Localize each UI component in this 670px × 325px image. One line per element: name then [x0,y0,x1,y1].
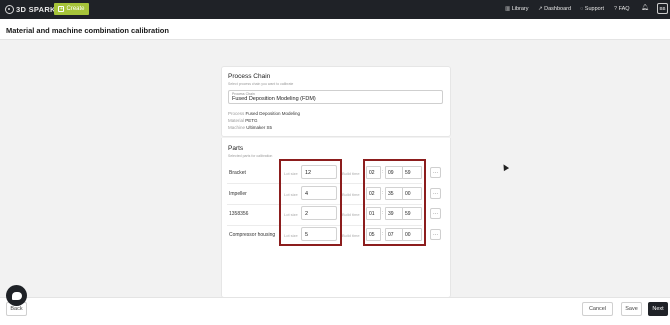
more-options-button[interactable]: ··· [430,229,441,240]
library-icon: ▥ [505,6,511,12]
question-icon: ? [614,6,618,12]
cancel-button[interactable]: Cancel [582,302,613,316]
bell-icon[interactable]: 🔔︎ [641,4,649,11]
more-options-button[interactable]: ··· [430,188,441,199]
ellipsis-icon: ··· [433,169,438,176]
parts-title: Parts [228,145,244,152]
detail-material-label: Material [228,118,245,123]
mouse-cursor-icon [500,162,510,172]
logo-text: 3D SPARK [16,5,56,14]
more-options-button[interactable]: ··· [430,208,441,219]
process-chain-field-value: Fused Deposition Modeling (FDM) [232,96,316,102]
next-button[interactable]: Next [648,302,668,316]
part-name: Compressor housing [229,232,276,238]
parts-subtitle: Selected parts for calibration [228,154,273,158]
top-nav-bar: 3D SPARK + Create ▥ Library ↗ Dashboard … [0,0,670,19]
part-name: 1358356 [229,211,249,217]
build-time-highlight [363,159,426,246]
chat-icon: ◌ [580,6,584,12]
page-title: Material and machine combination calibra… [6,26,169,35]
nav-dashboard-label: Dashboard [544,6,572,12]
lot-size-highlight [279,159,342,246]
nav-dashboard[interactable]: ↗ Dashboard [538,4,571,14]
process-chain-select[interactable]: Process Chain Fused Deposition Modeling … [228,90,443,104]
save-button[interactable]: Save [621,302,642,316]
nav-support[interactable]: ◌ Support [580,4,604,14]
create-button-label: Create [66,6,85,12]
footer-bar: Back Cancel Save Next [0,297,670,325]
chat-widget-button[interactable] [6,285,27,306]
detail-process: Process Fused Deposition Modeling [228,111,300,116]
build-time-label: Build time [342,171,360,176]
detail-material-value: PETG [245,118,258,123]
chat-icon [11,291,22,300]
plus-icon: + [58,6,65,12]
detail-machine-label: Machine [228,125,246,130]
process-chain-subtitle: Select process chain you want to calibra… [228,82,294,86]
nav-support-label: Support [584,6,605,12]
more-options-button[interactable]: ··· [430,167,441,178]
create-button[interactable]: + Create [54,3,89,15]
ellipsis-icon: ··· [433,210,438,217]
detail-material: Material PETG [228,118,258,123]
detail-process-label: Process [228,111,245,116]
avatar[interactable]: BB [657,3,668,14]
detail-process-value: Fused Deposition Modeling [245,111,301,116]
dashboard-icon: ↗ [538,6,543,12]
detail-machine-value: Ultimaker S5 [246,125,273,130]
detail-machine: Machine Ultimaker S5 [228,125,272,130]
build-time-label: Build time [342,233,360,238]
build-time-label: Build time [342,212,360,217]
page-header: Material and machine combination calibra… [0,19,670,40]
nav-library[interactable]: ▥ Library [505,4,529,14]
app-logo[interactable]: 3D SPARK [5,3,56,16]
build-time-label: Build time [342,192,360,197]
part-name: Bracket [229,170,246,176]
process-chain-card: Process Chain Select process chain you w… [221,66,451,137]
part-name: Impeller [229,191,247,197]
ellipsis-icon: ··· [433,231,438,238]
process-chain-title: Process Chain [228,73,271,80]
ellipsis-icon: ··· [433,190,438,197]
nav-faq-label: FAQ [618,6,630,12]
logo-icon [5,5,14,14]
nav-library-label: Library [511,6,529,12]
nav-faq[interactable]: ? FAQ [614,4,630,14]
